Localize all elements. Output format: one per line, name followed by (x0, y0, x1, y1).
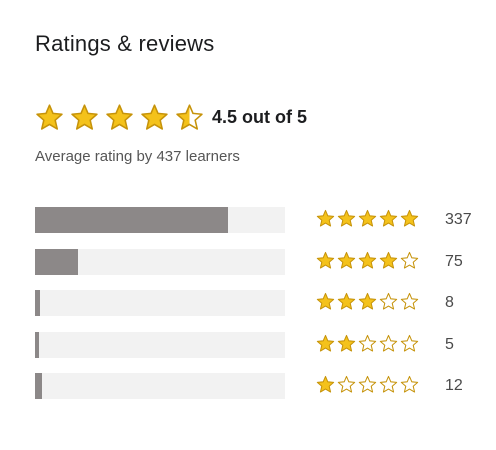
rating-row-3-stars[interactable]: 8 (35, 290, 485, 316)
rating-bar-fill (35, 373, 42, 399)
star-icon (400, 209, 419, 227)
empty-star-icon (400, 251, 419, 269)
star-icon (316, 375, 335, 393)
section-title: Ratings & reviews (35, 31, 215, 56)
rating-count: 12 (445, 377, 463, 394)
star-icon (316, 209, 335, 227)
rating-breakdown: 337 75 8 5 12 (35, 207, 485, 415)
star-icon (106, 103, 133, 130)
half-star-icon (176, 103, 203, 130)
rating-count: 337 (445, 211, 472, 228)
rating-bar-fill (35, 207, 228, 233)
row-stars (316, 209, 419, 228)
rating-subtitle: Average rating by 437 learners (35, 148, 240, 165)
rating-count: 75 (445, 252, 463, 270)
row-stars (316, 292, 419, 311)
rating-bar-track (35, 331, 285, 358)
empty-star-icon (379, 292, 398, 310)
star-icon (337, 292, 356, 310)
rating-bar-fill (35, 331, 39, 358)
empty-star-icon (400, 334, 419, 352)
rating-count: 5 (445, 335, 454, 353)
rating-bar-fill (35, 248, 78, 275)
star-icon (358, 251, 377, 269)
rating-count: 8 (445, 294, 454, 311)
row-stars (316, 375, 419, 394)
rating-row-2-stars[interactable]: 5 (35, 331, 485, 358)
star-icon (141, 103, 168, 130)
star-icon (379, 251, 398, 269)
rating-row-1-star[interactable]: 12 (35, 373, 485, 399)
star-icon (358, 292, 377, 310)
empty-star-icon (358, 375, 377, 393)
empty-star-icon (358, 334, 377, 352)
star-icon (36, 103, 63, 130)
star-icon (316, 251, 335, 269)
star-icon (358, 209, 377, 227)
empty-star-icon (400, 375, 419, 393)
star-icon (337, 334, 356, 352)
row-stars (316, 251, 419, 270)
rating-bar-fill (35, 290, 40, 316)
star-icon (337, 251, 356, 269)
rating-bar-track (35, 290, 285, 316)
empty-star-icon (379, 375, 398, 393)
empty-star-icon (337, 375, 356, 393)
rating-summary: 4.5 out of 5 (35, 101, 307, 133)
star-icon (71, 103, 98, 130)
rating-bar-track (35, 373, 285, 399)
star-icon (379, 209, 398, 227)
rating-bar-track (35, 248, 285, 275)
star-icon (316, 292, 335, 310)
star-icon (316, 334, 335, 352)
summary-stars (35, 103, 204, 132)
empty-star-icon (400, 292, 419, 310)
rating-score: 4.5 out of 5 (212, 107, 308, 127)
rating-row-5-stars[interactable]: 337 (35, 207, 485, 233)
empty-star-icon (379, 334, 398, 352)
row-stars (316, 334, 419, 353)
rating-row-4-stars[interactable]: 75 (35, 248, 485, 275)
star-icon (337, 209, 356, 227)
rating-bar-track (35, 207, 285, 233)
